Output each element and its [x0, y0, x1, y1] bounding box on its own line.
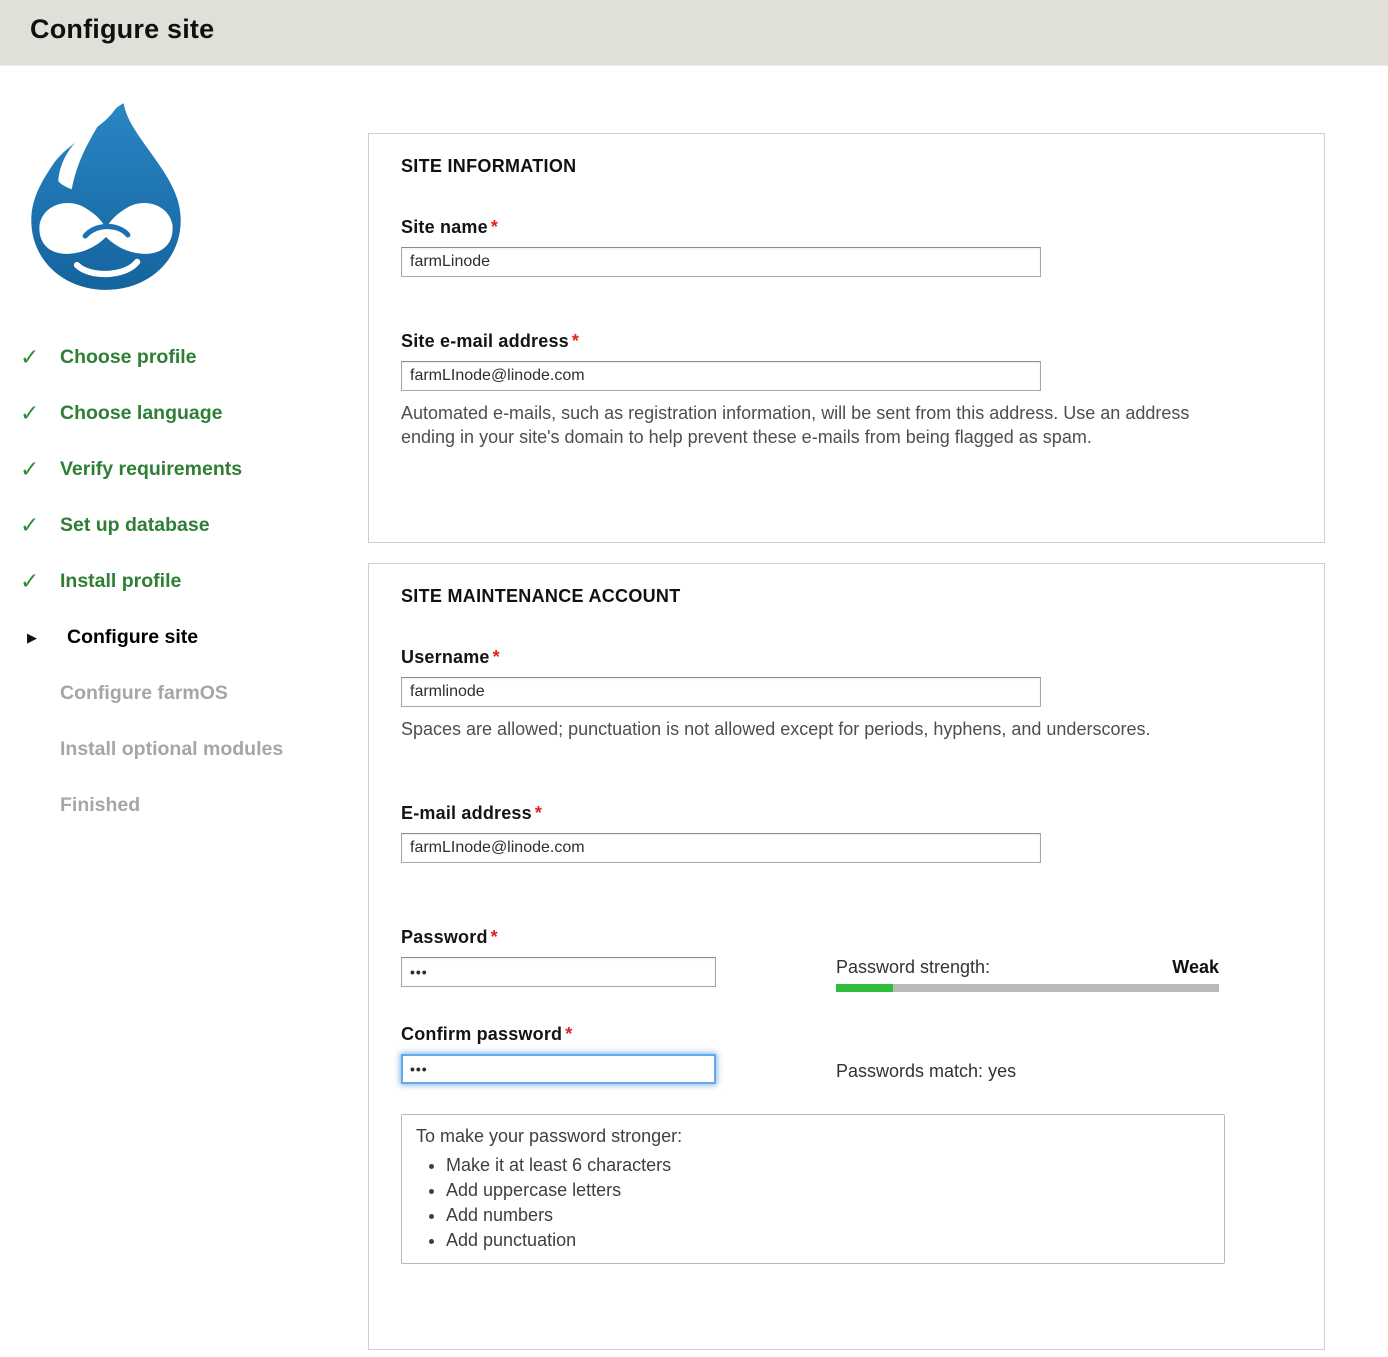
confirm-password-input[interactable]	[401, 1054, 716, 1084]
required-marker: *	[493, 647, 500, 667]
check-icon: ✓	[20, 346, 60, 369]
drupal-logo-icon	[20, 100, 368, 292]
task-configure-farmos: Configure farmOS	[20, 682, 368, 705]
site-name-input[interactable]	[401, 247, 1041, 277]
required-marker: *	[535, 803, 542, 823]
page-title: Configure site	[30, 14, 1388, 45]
password-label: Password*	[401, 927, 716, 948]
password-suggestion-item: Add numbers	[446, 1203, 1210, 1228]
task-label: Finished	[60, 794, 140, 817]
site-information-fieldset: SITE INFORMATION Site name* Site e-mail …	[368, 133, 1325, 543]
check-icon: ✓	[20, 458, 60, 481]
task-label: Choose profile	[60, 346, 197, 369]
required-marker: *	[491, 217, 498, 237]
site-maintenance-account-fieldset: SITE MAINTENANCE ACCOUNT Username* Space…	[368, 563, 1325, 1350]
label-text: Confirm password	[401, 1024, 562, 1044]
password-suggestions-intro: To make your password stronger:	[416, 1124, 1210, 1149]
password-input[interactable]	[401, 957, 716, 987]
password-strength-panel: Password strength: Weak	[836, 927, 1219, 992]
site-name-form-item: Site name*	[401, 217, 1292, 277]
label-text: Password	[401, 927, 488, 947]
confirm-password-row: Confirm password* Passwords match: yes	[401, 1024, 1292, 1084]
task-verify-requirements: ✓ Verify requirements	[20, 458, 368, 481]
passwords-match-value: yes	[988, 1061, 1016, 1081]
task-configure-site: ▶ Configure site	[20, 626, 368, 649]
site-information-legend: SITE INFORMATION	[401, 156, 1292, 177]
page-content: ✓ Choose profile ✓ Choose language ✓ Ver…	[0, 66, 1388, 1350]
site-email-label: Site e-mail address*	[401, 331, 1292, 352]
password-suggestions-box: To make your password stronger: Make it …	[401, 1114, 1225, 1264]
task-choose-language: ✓ Choose language	[20, 402, 368, 425]
site-email-input[interactable]	[401, 361, 1041, 391]
site-name-label: Site name*	[401, 217, 1292, 238]
password-suggestion-item: Make it at least 6 characters	[446, 1153, 1210, 1178]
email-label: E-mail address*	[401, 803, 1292, 824]
task-label: Set up database	[60, 514, 210, 537]
task-install-optional-modules: Install optional modules	[20, 738, 368, 761]
password-suggestions-list: Make it at least 6 characters Add upperc…	[416, 1153, 1210, 1253]
install-task-list: ✓ Choose profile ✓ Choose language ✓ Ver…	[20, 346, 368, 817]
password-form-item: Password*	[401, 927, 716, 987]
task-label: Install optional modules	[60, 738, 283, 761]
main-content: SITE INFORMATION Site name* Site e-mail …	[368, 66, 1388, 1350]
task-label: Configure farmOS	[60, 682, 228, 705]
username-form-item: Username* Spaces are allowed; punctuatio…	[401, 647, 1292, 741]
required-marker: *	[572, 331, 579, 351]
username-label: Username*	[401, 647, 1292, 668]
task-label: Install profile	[60, 570, 181, 593]
confirm-password-label: Confirm password*	[401, 1024, 716, 1045]
password-strength-bar	[836, 984, 1219, 992]
password-strength-line: Password strength: Weak	[836, 957, 1219, 978]
task-finished: Finished	[20, 794, 368, 817]
task-label: Verify requirements	[60, 458, 242, 481]
task-label: Choose language	[60, 402, 223, 425]
password-suggestion-item: Add uppercase letters	[446, 1178, 1210, 1203]
label-text: Site e-mail address	[401, 331, 569, 351]
required-marker: *	[565, 1024, 572, 1044]
site-email-description: Automated e-mails, such as registration …	[401, 401, 1216, 449]
passwords-match-label: Passwords match:	[836, 1061, 983, 1081]
maintenance-account-legend: SITE MAINTENANCE ACCOUNT	[401, 586, 1292, 607]
label-text: Site name	[401, 217, 488, 237]
check-icon: ✓	[20, 402, 60, 425]
password-strength-bar-fill	[836, 984, 893, 992]
active-arrow-icon: ▶	[20, 631, 67, 644]
required-marker: *	[491, 927, 498, 947]
task-set-up-database: ✓ Set up database	[20, 514, 368, 537]
check-icon: ✓	[20, 514, 60, 537]
passwords-match-status: Passwords match: yes	[836, 1024, 1219, 1082]
username-description: Spaces are allowed; punctuation is not a…	[401, 717, 1216, 741]
username-input[interactable]	[401, 677, 1041, 707]
label-text: E-mail address	[401, 803, 532, 823]
password-suggestion-item: Add punctuation	[446, 1228, 1210, 1253]
password-strength-label: Password strength:	[836, 957, 990, 978]
sidebar: ✓ Choose profile ✓ Choose language ✓ Ver…	[0, 66, 368, 1350]
label-text: Username	[401, 647, 490, 667]
site-email-form-item: Site e-mail address* Automated e-mails, …	[401, 331, 1292, 449]
task-label: Configure site	[67, 626, 198, 649]
page-header: Configure site	[0, 0, 1388, 66]
password-row: Password* Password strength: Weak	[401, 927, 1292, 992]
check-icon: ✓	[20, 570, 60, 593]
task-choose-profile: ✓ Choose profile	[20, 346, 368, 369]
password-strength-level: Weak	[1172, 957, 1219, 978]
email-input[interactable]	[401, 833, 1041, 863]
confirm-password-form-item: Confirm password*	[401, 1024, 716, 1084]
task-install-profile: ✓ Install profile	[20, 570, 368, 593]
email-form-item: E-mail address*	[401, 803, 1292, 863]
